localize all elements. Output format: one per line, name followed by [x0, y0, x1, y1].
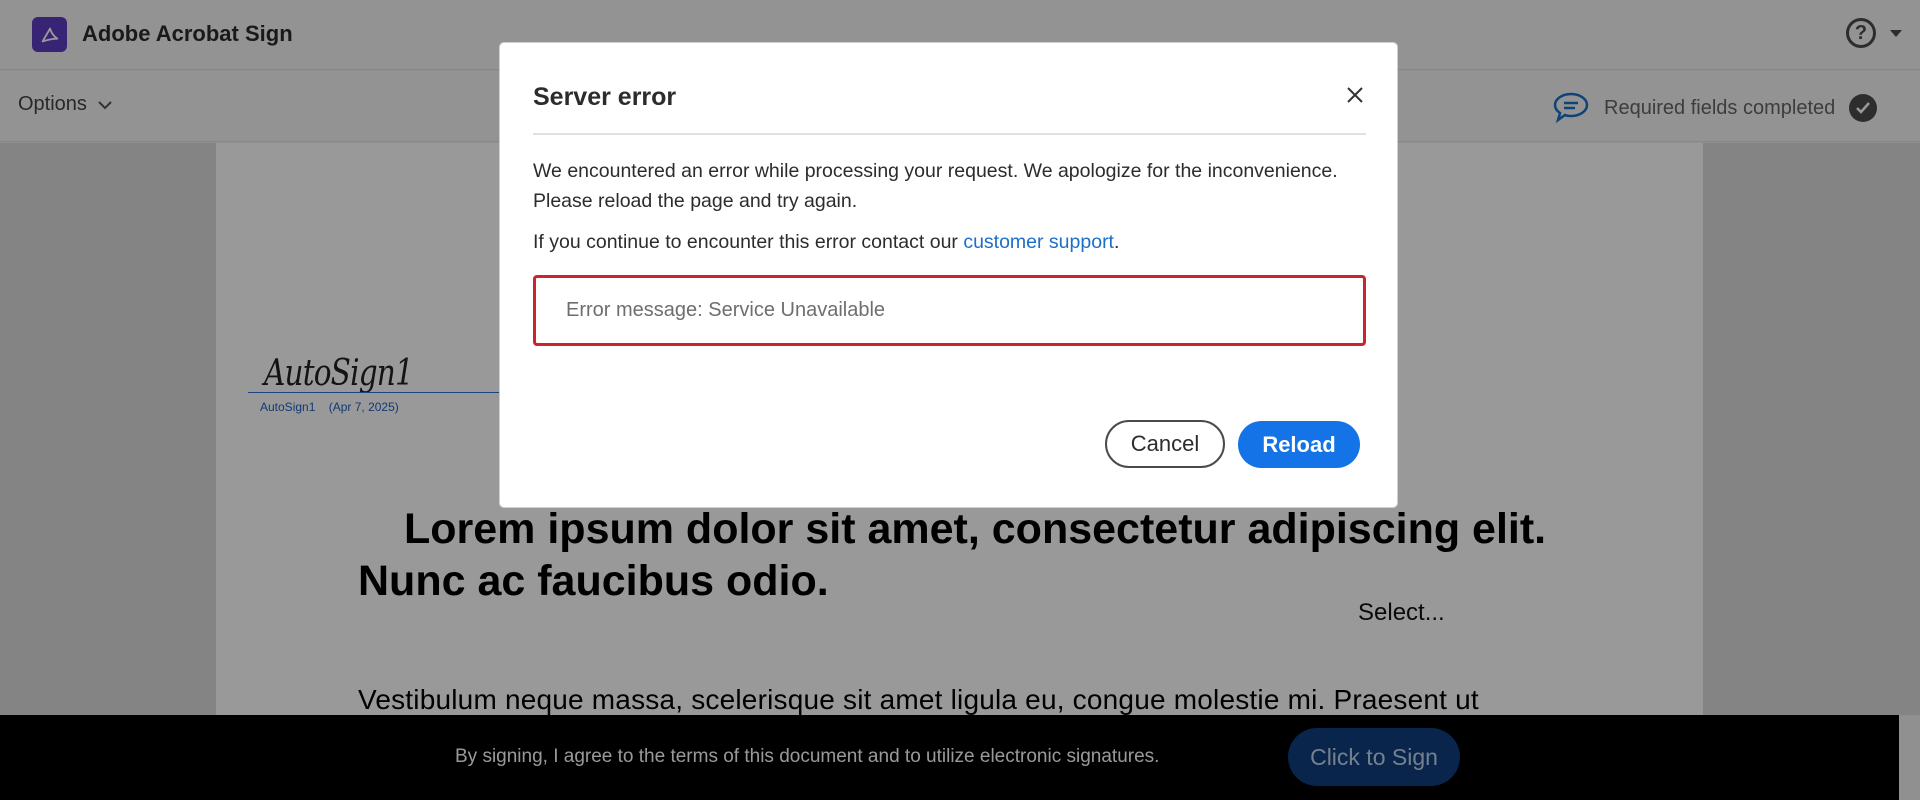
acrobat-sign-app: Adobe Acrobat Sign ? Options Required fi…	[0, 0, 1920, 800]
reload-button[interactable]: Reload	[1238, 421, 1360, 468]
dialog-message: We encountered an error while processing…	[533, 160, 1338, 212]
server-error-dialog: Server error We encountered an error whi…	[499, 42, 1398, 508]
support-text: If you continue to encounter this error …	[533, 231, 1119, 254]
cancel-button[interactable]: Cancel	[1105, 420, 1225, 468]
customer-support-link[interactable]: customer support	[963, 231, 1114, 253]
support-prefix: If you continue to encounter this error …	[533, 231, 964, 253]
error-message-box: Error message: Service Unavailable	[533, 275, 1366, 346]
support-suffix: .	[1113, 231, 1120, 253]
dialog-divider	[533, 133, 1366, 135]
close-icon[interactable]	[1343, 83, 1367, 107]
dialog-title: Server error	[533, 83, 677, 111]
